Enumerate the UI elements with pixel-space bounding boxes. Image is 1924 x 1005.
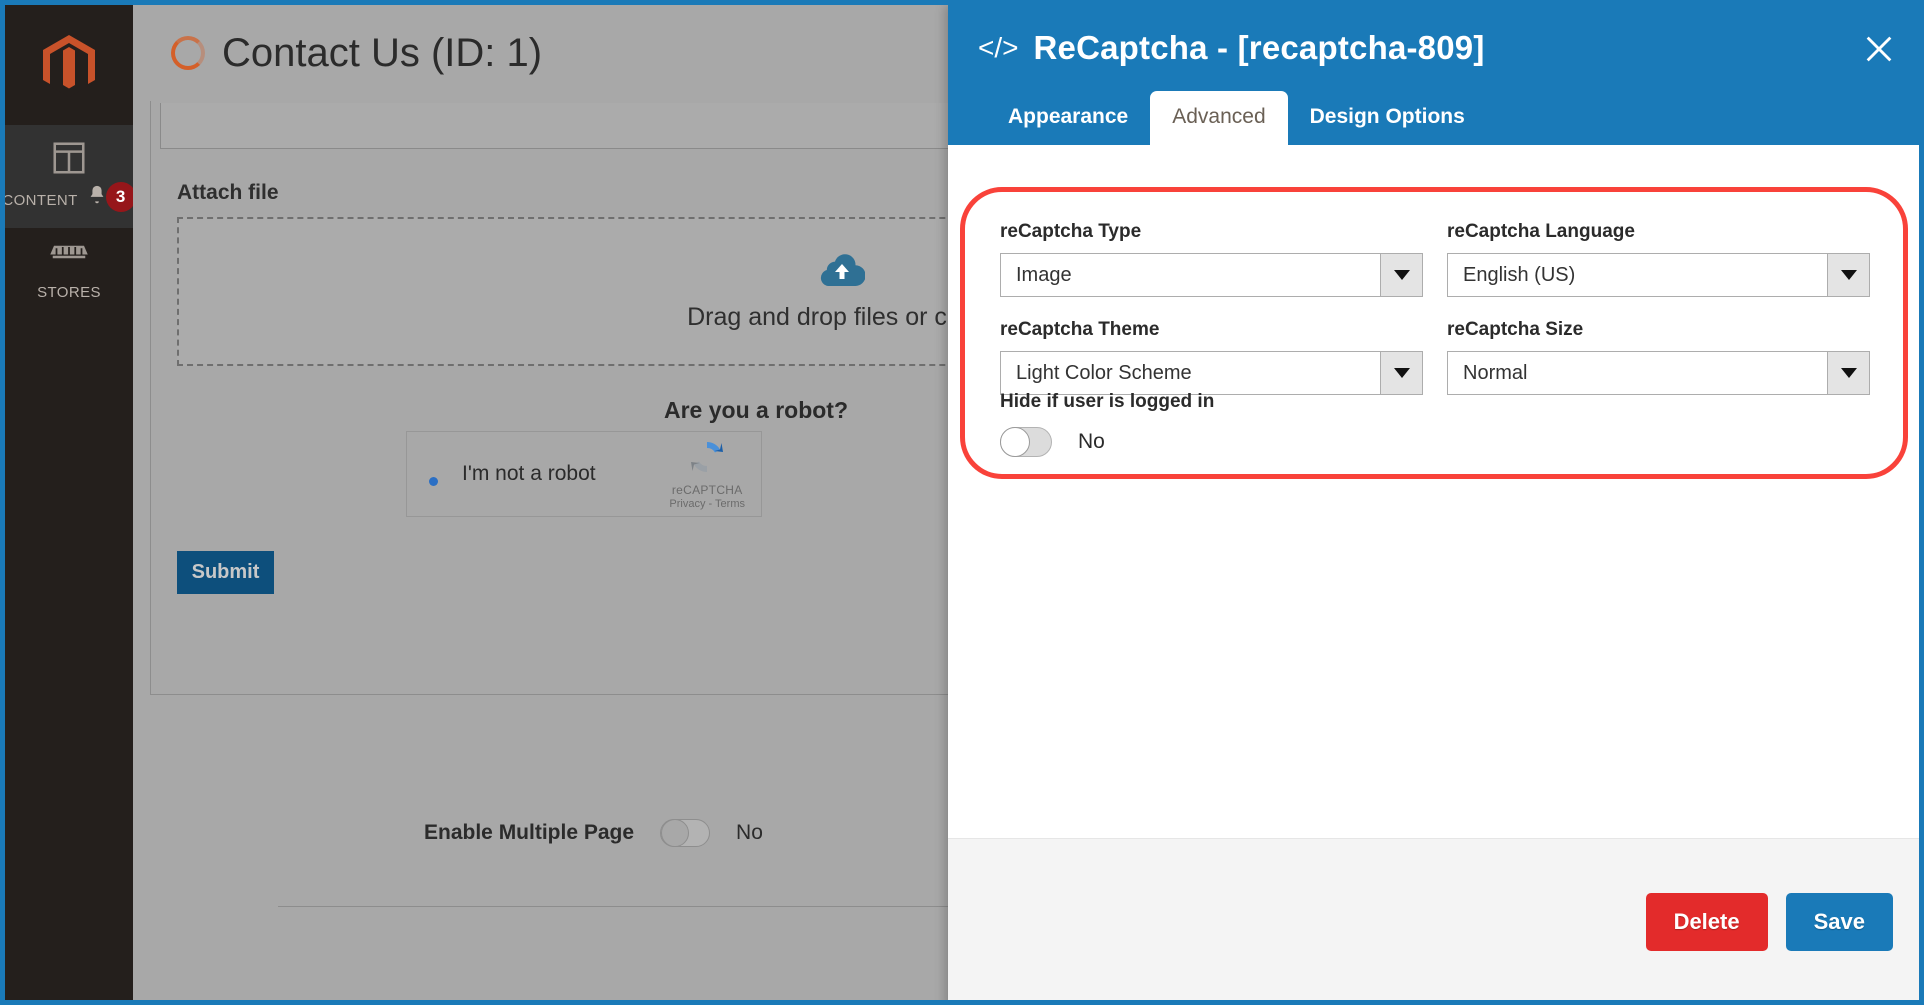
enable-multiple-page-row: Enable Multiple Page No bbox=[261, 819, 961, 847]
panel-tabs: Appearance Advanced Design Options bbox=[978, 91, 1899, 145]
app-screen: Content 3 bbox=[0, 0, 1924, 1005]
panel-body: reCaptcha Type Image reCaptcha Language … bbox=[948, 145, 1919, 838]
tab-advanced[interactable]: Advanced bbox=[1150, 91, 1288, 145]
tab-appearance[interactable]: Appearance bbox=[986, 91, 1150, 145]
recaptcha-legal-links[interactable]: Privacy - Terms bbox=[669, 498, 745, 512]
recaptcha-language-value: English (US) bbox=[1463, 263, 1576, 286]
recaptcha-checkbox[interactable] bbox=[429, 476, 438, 486]
field-recaptcha-type: reCaptcha Type Image bbox=[1000, 221, 1423, 297]
recaptcha-logo-icon bbox=[687, 437, 727, 483]
recaptcha-theme-select[interactable]: Light Color Scheme bbox=[1000, 351, 1423, 395]
chevron-down-icon[interactable] bbox=[1827, 254, 1869, 296]
chevron-down-icon[interactable] bbox=[1827, 352, 1869, 394]
cloud-upload-icon bbox=[819, 252, 866, 291]
sidebar-item-content[interactable]: Content 3 bbox=[2, 125, 136, 228]
recaptcha-size-select[interactable]: Normal bbox=[1447, 351, 1870, 395]
recaptcha-theme-label: reCaptcha Theme bbox=[1000, 319, 1160, 340]
recaptcha-language-label: reCaptcha Language bbox=[1447, 221, 1635, 242]
magento-logo-icon[interactable] bbox=[5, 5, 133, 125]
submit-button[interactable]: Submit bbox=[177, 551, 274, 594]
page-title: Contact Us (ID: 1) bbox=[222, 30, 543, 75]
close-icon[interactable] bbox=[1853, 23, 1905, 75]
toggle-knob bbox=[661, 819, 690, 847]
hide-if-logged-in-label: Hide if user is logged in bbox=[1000, 391, 1215, 412]
save-button[interactable]: Save bbox=[1785, 892, 1893, 951]
code-brackets-icon: </> bbox=[978, 32, 1019, 63]
panel-footer: Delete Save bbox=[948, 838, 1919, 1000]
recaptcha-type-value: Image bbox=[1016, 263, 1072, 286]
recaptcha-theme-value: Light Color Scheme bbox=[1016, 361, 1192, 384]
sidebar-item-stores[interactable]: Stores bbox=[5, 228, 133, 317]
field-hide-if-logged-in: Hide if user is logged in No bbox=[1000, 391, 1214, 457]
recaptcha-brand: reCAPTCHA Privacy - Terms bbox=[669, 437, 745, 512]
field-recaptcha-theme: reCaptcha Theme Light Color Scheme bbox=[1000, 319, 1423, 395]
store-icon bbox=[50, 242, 88, 277]
content-notification-badge: 3 bbox=[105, 182, 136, 212]
delete-button[interactable]: Delete bbox=[1645, 892, 1768, 951]
panel-title-row: </> ReCaptcha - [recaptcha-809] bbox=[978, 29, 1899, 67]
hide-if-logged-in-value: No bbox=[1078, 430, 1105, 453]
content-layout-icon bbox=[50, 139, 88, 182]
advanced-settings-form: reCaptcha Type Image reCaptcha Language … bbox=[1000, 221, 1870, 395]
sidebar-item-label: Content bbox=[2, 192, 78, 209]
hide-if-logged-in-toggle[interactable] bbox=[1000, 427, 1052, 457]
hide-if-logged-in-row: No bbox=[1000, 427, 1214, 457]
attach-file-label: Attach file bbox=[177, 181, 279, 204]
recaptcha-checkbox-label: I'm not a robot bbox=[462, 462, 596, 485]
recaptcha-type-select[interactable]: Image bbox=[1000, 253, 1423, 297]
chevron-down-icon[interactable] bbox=[1380, 254, 1422, 296]
bell-icon bbox=[86, 184, 108, 211]
recaptcha-size-label: reCaptcha Size bbox=[1447, 319, 1584, 340]
panel-title: ReCaptcha - [recaptcha-809] bbox=[1033, 29, 1485, 66]
field-recaptcha-language: reCaptcha Language English (US) bbox=[1447, 221, 1870, 297]
recaptcha-widget[interactable]: I'm not a robot reCAPTCHA Privacy - Term… bbox=[406, 431, 762, 517]
recaptcha-settings-panel: </> ReCaptcha - [recaptcha-809] Appearan… bbox=[948, 5, 1919, 1000]
panel-header: </> ReCaptcha - [recaptcha-809] Appearan… bbox=[948, 5, 1919, 145]
enable-multiple-page-value: No bbox=[736, 821, 763, 844]
loading-spinner-icon bbox=[171, 36, 205, 70]
tab-design-options[interactable]: Design Options bbox=[1288, 91, 1487, 145]
recaptcha-language-select[interactable]: English (US) bbox=[1447, 253, 1870, 297]
toggle-knob bbox=[1000, 427, 1030, 457]
admin-sidebar: Content 3 bbox=[2, 5, 136, 1000]
recaptcha-type-label: reCaptcha Type bbox=[1000, 221, 1142, 242]
enable-multiple-page-label: Enable Multiple Page bbox=[424, 821, 635, 844]
enable-multiple-page-toggle[interactable] bbox=[660, 819, 711, 847]
recaptcha-size-value: Normal bbox=[1463, 361, 1528, 384]
recaptcha-brand-name: reCAPTCHA bbox=[671, 482, 743, 497]
chevron-down-icon[interactable] bbox=[1380, 352, 1422, 394]
field-recaptcha-size: reCaptcha Size Normal bbox=[1447, 319, 1870, 395]
sidebar-item-label: Stores bbox=[37, 284, 101, 301]
